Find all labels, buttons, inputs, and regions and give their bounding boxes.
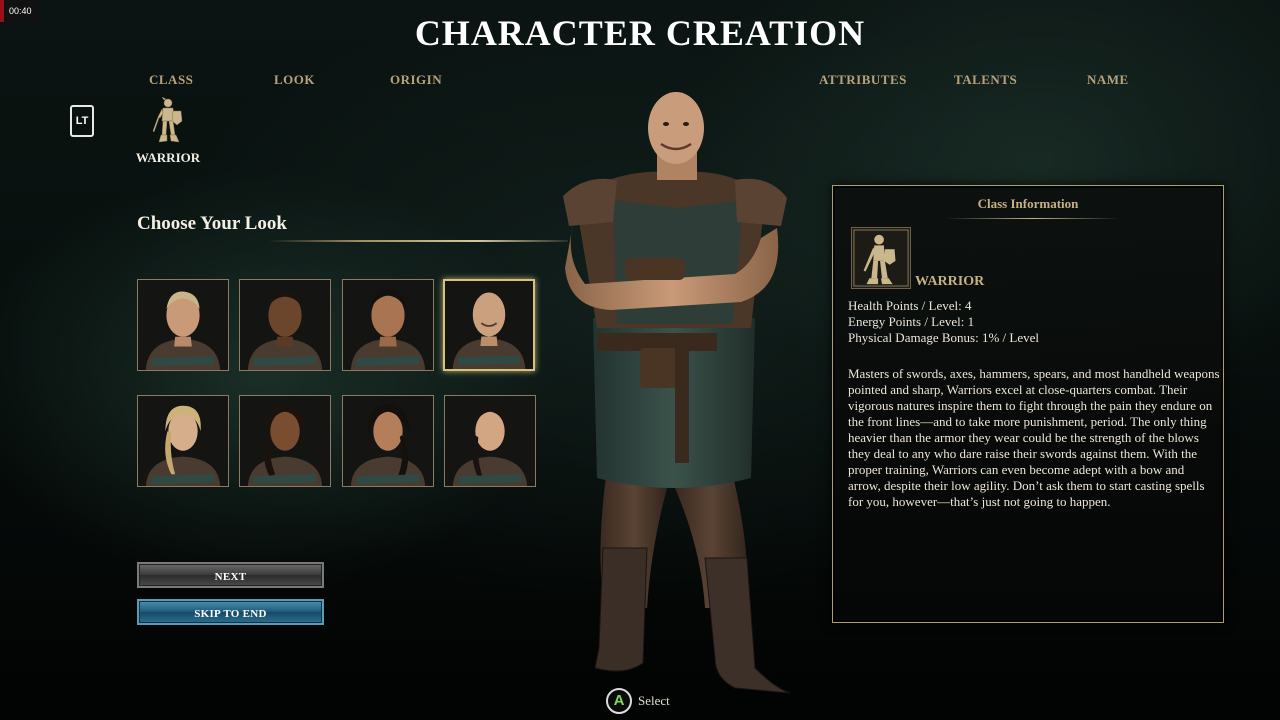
tab-origin[interactable]: ORIGIN xyxy=(390,72,442,88)
portrait-female-1[interactable] xyxy=(137,395,229,487)
lt-bumper-icon[interactable]: LT xyxy=(70,105,94,137)
tab-talents[interactable]: TALENTS xyxy=(954,72,1017,88)
tab-class[interactable]: CLASS xyxy=(149,72,193,88)
select-hint: A Select xyxy=(606,687,670,715)
portrait-female-2[interactable] xyxy=(239,395,331,487)
portrait-male-1[interactable] xyxy=(137,279,229,371)
panel-divider xyxy=(945,218,1121,219)
panel-title: Class Information xyxy=(977,196,1079,211)
a-button-icon: A xyxy=(606,688,632,714)
class-info-panel: Class Information WARRIOR Health Points … xyxy=(832,185,1224,623)
heading-divider xyxy=(268,240,568,242)
page-title: CHARACTER CREATION xyxy=(414,13,866,53)
tab-attributes[interactable]: ATTRIBUTES xyxy=(819,72,907,88)
selected-class-label: WARRIOR xyxy=(135,150,201,165)
warrior-character-model xyxy=(563,92,791,694)
warrior-class-icon xyxy=(851,227,911,289)
portrait-female-3[interactable] xyxy=(342,395,434,487)
warrior-figure-icon xyxy=(152,97,183,143)
panel-class-name: WARRIOR xyxy=(915,274,985,289)
portrait-male-2[interactable] xyxy=(239,279,331,371)
stat-health: Health Points / Level: 4 xyxy=(848,298,972,313)
stat-damage: Physical Damage Bonus: 1% / Level xyxy=(848,330,1039,345)
tab-look[interactable]: LOOK xyxy=(274,72,315,88)
portrait-male-3[interactable] xyxy=(342,279,434,371)
class-description: Masters of swords, axes, hammers, spears… xyxy=(848,366,1220,509)
tab-name[interactable]: NAME xyxy=(1087,72,1129,88)
skip-to-end-button[interactable]: SKIP TO END xyxy=(137,599,324,625)
look-heading: Choose Your Look xyxy=(137,213,287,234)
portrait-male-4[interactable] xyxy=(443,279,535,371)
portrait-female-4[interactable] xyxy=(444,395,536,487)
select-hint-label: Select xyxy=(638,693,670,708)
next-button[interactable]: NEXT xyxy=(137,562,324,588)
stat-energy: Energy Points / Level: 1 xyxy=(848,314,975,329)
